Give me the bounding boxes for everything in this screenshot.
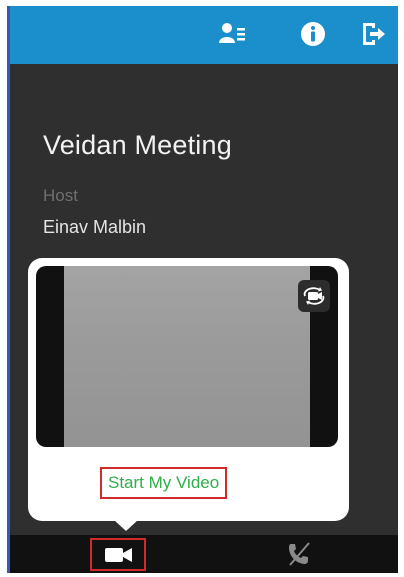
video-popover: Start My Video — [28, 258, 349, 531]
meeting-title: Veidan Meeting — [43, 130, 232, 160]
host-name: Einav Malbin — [43, 217, 147, 237]
host-label: Host — [43, 186, 78, 205]
start-my-video-button[interactable]: Start My Video — [100, 467, 228, 499]
info-icon[interactable] — [299, 20, 327, 48]
participants-icon[interactable] — [218, 20, 246, 48]
switch-camera-button[interactable] — [298, 280, 330, 312]
top-bar — [10, 6, 398, 64]
video-toggle-button[interactable] — [90, 538, 146, 571]
video-camera-icon — [105, 548, 132, 562]
leave-icon[interactable] — [359, 20, 387, 48]
camera-feed — [64, 266, 310, 447]
bottom-toolbar — [10, 535, 398, 573]
switch-camera-icon — [303, 287, 325, 305]
popover-arrow — [114, 520, 138, 531]
meeting-screen: Veidan Meeting Host Einav Malbin Start M… — [7, 6, 398, 573]
video-preview — [36, 266, 338, 447]
end-call-icon[interactable] — [286, 541, 312, 567]
